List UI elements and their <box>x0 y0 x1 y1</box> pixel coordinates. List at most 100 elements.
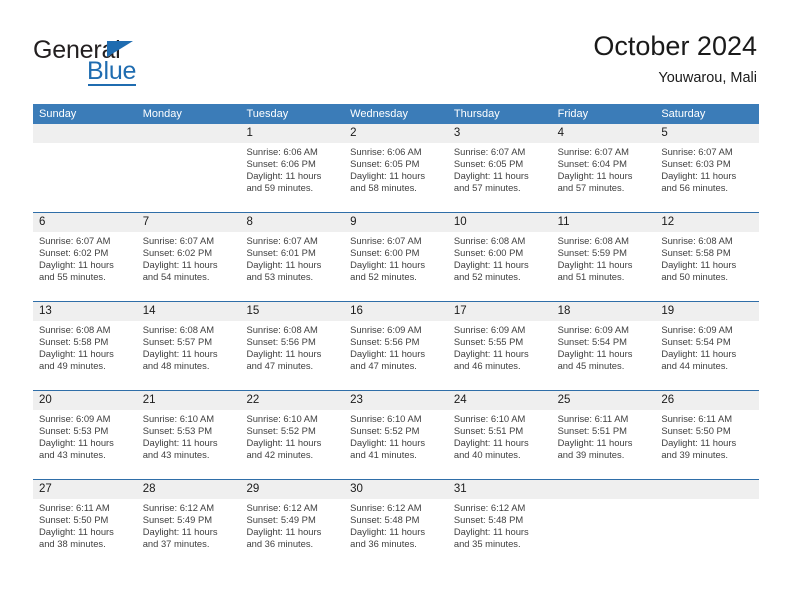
day-cell[interactable]: Sunrise: 6:09 AM Sunset: 5:53 PM Daylight:… <box>33 410 137 479</box>
day-cell[interactable]: Sunrise: 6:11 AM Sunset: 5:51 PM Daylight:… <box>552 410 656 479</box>
day-sunrise-line: Sunrise: 6:10 AM <box>453 413 526 424</box>
day-cell[interactable]: Sunrise: 6:07 AM Sunset: 6:00 PM Daylight:… <box>344 232 448 301</box>
day-daylight-line: Daylight: 11 hours <box>661 437 737 449</box>
day-number[interactable]: 25 <box>552 391 656 410</box>
day-sunrise-line: Sunrise: 6:11 AM <box>557 413 629 424</box>
day-cell[interactable]: Sunrise: 6:08 AM Sunset: 5:58 PM Daylight:… <box>655 232 759 301</box>
day-daylight-line: Daylight: 11 hours <box>661 259 737 271</box>
date-number-band: 6 7 8 9 10 11 12 <box>33 213 759 232</box>
day-cell[interactable]: Sunrise: 6:06 AM Sunset: 6:06 PM Daylight:… <box>240 143 344 212</box>
day-cell[interactable]: Sunrise: 6:11 AM Sunset: 5:50 PM Daylight:… <box>655 410 759 479</box>
day-cell[interactable]: Sunrise: 6:09 AM Sunset: 5:54 PM Daylight:… <box>552 321 656 390</box>
day-number[interactable]: 31 <box>448 480 552 499</box>
day-cell[interactable]: Sunrise: 6:12 AM Sunset: 5:49 PM Daylight:… <box>240 499 344 568</box>
day-sunrise-line: Sunrise: 6:07 AM <box>557 146 629 157</box>
day-sunset-line: Sunset: 5:52 PM <box>350 425 420 437</box>
day-cell[interactable]: Sunrise: 6:10 AM Sunset: 5:51 PM Daylight:… <box>448 410 552 479</box>
day-daylight-line: Daylight: 11 hours <box>557 170 633 182</box>
day-number-empty <box>137 124 241 143</box>
day-sunrise-line: Sunrise: 6:09 AM <box>39 413 111 424</box>
day-number[interactable]: 9 <box>344 213 448 232</box>
day-number[interactable]: 23 <box>344 391 448 410</box>
day-number[interactable]: 28 <box>137 480 241 499</box>
day-number[interactable]: 17 <box>448 302 552 321</box>
day-number[interactable]: 30 <box>344 480 448 499</box>
day-daylight-line: and 43 minutes. <box>142 449 210 461</box>
day-number[interactable]: 21 <box>137 391 241 410</box>
day-cell[interactable]: Sunrise: 6:08 AM Sunset: 5:58 PM Daylight:… <box>33 321 137 390</box>
day-number[interactable]: 26 <box>655 391 759 410</box>
day-daylight-line: Daylight: 11 hours <box>142 348 218 360</box>
day-cell[interactable]: Sunrise: 6:07 AM Sunset: 6:04 PM Daylight:… <box>552 143 656 212</box>
day-daylight-line: and 42 minutes. <box>246 449 314 461</box>
day-sunrise-line: Sunrise: 6:12 AM <box>453 502 526 513</box>
day-sunset-line: Sunset: 5:58 PM <box>661 247 731 259</box>
day-cell[interactable]: Sunrise: 6:08 AM Sunset: 6:00 PM Daylight:… <box>448 232 552 301</box>
day-cell[interactable]: Sunrise: 6:07 AM Sunset: 6:03 PM Daylight:… <box>655 143 759 212</box>
day-cell[interactable]: Sunrise: 6:11 AM Sunset: 5:50 PM Daylight:… <box>33 499 137 568</box>
day-daylight-line: and 44 minutes. <box>661 360 729 372</box>
day-sunset-line: Sunset: 5:56 PM <box>350 336 420 348</box>
day-cell[interactable]: Sunrise: 6:08 AM Sunset: 5:56 PM Daylight:… <box>240 321 344 390</box>
day-number[interactable]: 29 <box>240 480 344 499</box>
day-info-band: Sunrise: 6:11 AM Sunset: 5:50 PM Daylight:… <box>33 499 759 568</box>
day-cell[interactable]: Sunrise: 6:07 AM Sunset: 6:01 PM Daylight:… <box>240 232 344 301</box>
day-cell[interactable]: Sunrise: 6:07 AM Sunset: 6:05 PM Daylight:… <box>448 143 552 212</box>
day-cell[interactable]: Sunrise: 6:12 AM Sunset: 5:48 PM Daylight:… <box>448 499 552 568</box>
day-sunrise-line: Sunrise: 6:08 AM <box>39 324 111 335</box>
day-cell[interactable]: Sunrise: 6:09 AM Sunset: 5:56 PM Daylight:… <box>344 321 448 390</box>
day-daylight-line: and 57 minutes. <box>557 182 625 194</box>
day-number[interactable]: 3 <box>448 124 552 143</box>
day-daylight-line: and 39 minutes. <box>661 449 729 461</box>
day-number[interactable]: 20 <box>33 391 137 410</box>
day-number[interactable]: 22 <box>240 391 344 410</box>
day-sunset-line: Sunset: 6:06 PM <box>246 158 316 170</box>
day-number[interactable]: 7 <box>137 213 241 232</box>
day-number[interactable]: 15 <box>240 302 344 321</box>
day-daylight-line: and 45 minutes. <box>557 360 625 372</box>
day-sunset-line: Sunset: 5:48 PM <box>350 514 420 526</box>
day-cell[interactable]: Sunrise: 6:07 AM Sunset: 6:02 PM Daylight:… <box>137 232 241 301</box>
day-daylight-line: and 40 minutes. <box>453 449 521 461</box>
day-number[interactable]: 19 <box>655 302 759 321</box>
day-number[interactable]: 11 <box>552 213 656 232</box>
day-number[interactable]: 18 <box>552 302 656 321</box>
day-number[interactable]: 10 <box>448 213 552 232</box>
day-cell[interactable]: Sunrise: 6:06 AM Sunset: 6:05 PM Daylight:… <box>344 143 448 212</box>
day-cell[interactable]: Sunrise: 6:10 AM Sunset: 5:52 PM Daylight:… <box>240 410 344 479</box>
day-daylight-line: Daylight: 11 hours <box>350 348 426 360</box>
day-cell[interactable]: Sunrise: 6:12 AM Sunset: 5:49 PM Daylight:… <box>137 499 241 568</box>
day-sunset-line: Sunset: 6:03 PM <box>661 158 731 170</box>
triangle-icon <box>107 41 133 57</box>
day-number[interactable]: 14 <box>137 302 241 321</box>
day-number[interactable]: 16 <box>344 302 448 321</box>
day-cell[interactable]: Sunrise: 6:09 AM Sunset: 5:55 PM Daylight:… <box>448 321 552 390</box>
day-number[interactable]: 8 <box>240 213 344 232</box>
weekday-header-wednesday: Wednesday <box>350 108 409 120</box>
day-daylight-line: and 41 minutes. <box>350 449 417 461</box>
day-number[interactable]: 6 <box>33 213 137 232</box>
day-number[interactable]: 1 <box>240 124 344 143</box>
day-daylight-line: and 58 minutes. <box>350 182 417 194</box>
day-number[interactable]: 12 <box>655 213 759 232</box>
day-daylight-line: Daylight: 11 hours <box>350 437 426 449</box>
day-cell[interactable]: Sunrise: 6:10 AM Sunset: 5:52 PM Daylight:… <box>344 410 448 479</box>
weekday-header-sunday: Sunday <box>39 108 77 120</box>
day-number[interactable]: 5 <box>655 124 759 143</box>
day-cell[interactable]: Sunrise: 6:12 AM Sunset: 5:48 PM Daylight:… <box>344 499 448 568</box>
calendar-week-row: 13 14 15 16 17 18 19 Sunrise: 6:08 AM Sunset: 5:… <box>33 302 759 391</box>
day-daylight-line: Daylight: 11 hours <box>39 526 114 538</box>
day-number[interactable]: 2 <box>344 124 448 143</box>
day-cell[interactable]: Sunrise: 6:09 AM Sunset: 5:54 PM Daylight:… <box>655 321 759 390</box>
day-cell[interactable]: Sunrise: 6:08 AM Sunset: 5:57 PM Daylight:… <box>137 321 241 390</box>
day-sunrise-line: Sunrise: 6:07 AM <box>453 146 526 157</box>
day-cell[interactable]: Sunrise: 6:07 AM Sunset: 6:02 PM Daylight:… <box>33 232 137 301</box>
day-cell[interactable]: Sunrise: 6:08 AM Sunset: 5:59 PM Daylight:… <box>552 232 656 301</box>
day-daylight-line: and 37 minutes. <box>142 538 210 550</box>
day-number[interactable]: 24 <box>448 391 552 410</box>
day-number[interactable]: 13 <box>33 302 137 321</box>
day-number[interactable]: 27 <box>33 480 137 499</box>
day-number[interactable]: 4 <box>552 124 656 143</box>
day-cell[interactable]: Sunrise: 6:10 AM Sunset: 5:53 PM Daylight:… <box>137 410 241 479</box>
day-info-band: Sunrise: 6:07 AM Sunset: 6:02 PM Daylight:… <box>33 232 759 301</box>
